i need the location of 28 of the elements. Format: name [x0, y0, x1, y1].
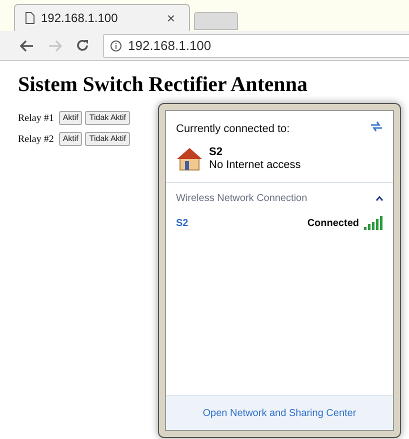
- url-text: 192.168.1.100: [128, 36, 212, 55]
- signal-icon: [364, 216, 383, 230]
- house-icon: [176, 146, 203, 171]
- section-header[interactable]: Wireless Network Connection: [166, 182, 393, 206]
- relay-button[interactable]: Aktif: [58, 132, 82, 146]
- network-name: S2: [176, 216, 188, 230]
- relay-label: Relay #2: [18, 132, 54, 146]
- address-bar[interactable]: 192.168.1.100: [103, 34, 409, 58]
- popup-header: Currently connected to:: [176, 122, 290, 137]
- tab-title: 192.168.1.100: [41, 10, 119, 27]
- connection-status: Connected: [307, 216, 359, 230]
- refresh-icon[interactable]: [370, 121, 383, 132]
- relay-button[interactable]: Tidak Aktif: [85, 111, 130, 125]
- info-icon: [110, 40, 122, 52]
- reload-icon[interactable]: [76, 39, 89, 52]
- browser-tab[interactable]: 192.168.1.100 ×: [14, 4, 190, 31]
- network-item[interactable]: S2 Connected: [176, 216, 383, 230]
- relay-button[interactable]: Tidak Aktif: [85, 132, 130, 146]
- network-status: No Internet access: [209, 158, 301, 172]
- chevron-up-icon[interactable]: [376, 196, 383, 200]
- page-heading: Sistem Switch Rectifier Antenna: [18, 71, 308, 98]
- page-icon: [25, 12, 35, 24]
- relay-label: Relay #1: [18, 112, 54, 126]
- network-name: S2: [209, 146, 224, 158]
- back-icon[interactable]: [20, 40, 34, 52]
- relay-button[interactable]: Aktif: [58, 111, 82, 125]
- section-title: Wireless Network Connection: [176, 192, 308, 206]
- close-tab-button[interactable]: ×: [166, 8, 175, 28]
